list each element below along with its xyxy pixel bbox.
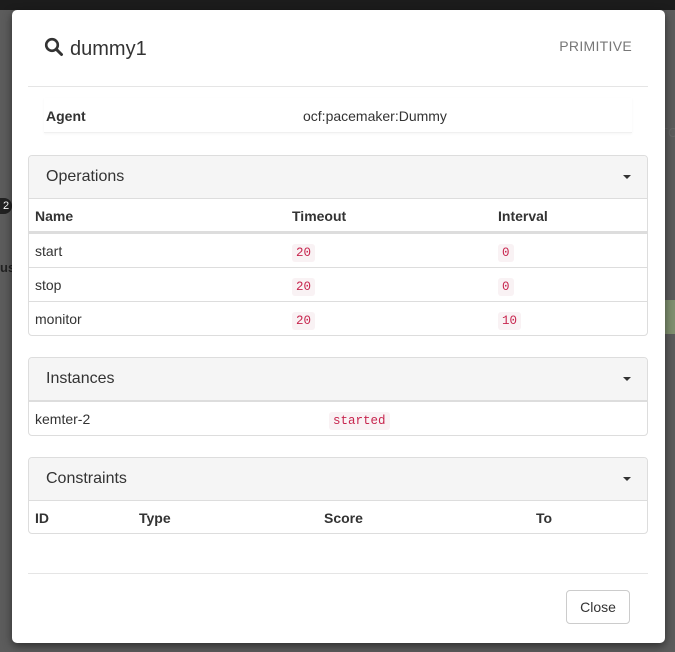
- column-header-score: Score: [324, 510, 363, 526]
- operation-name: start: [35, 243, 63, 259]
- close-button[interactable]: Close: [566, 590, 630, 624]
- caret-down-icon: [623, 377, 631, 381]
- instances-panel: Instances kemter-2 started: [28, 357, 648, 436]
- operations-table-header: Name Timeout Interval: [29, 199, 647, 233]
- column-header-id: ID: [35, 510, 49, 526]
- agent-value: ocf:pacemaker:Dummy: [303, 108, 447, 124]
- modal-title-group: dummy1: [44, 37, 147, 62]
- modal-header: dummy1 PRIMITIVE: [12, 10, 665, 86]
- resource-detail-modal: dummy1 PRIMITIVE Agent ocf:pacemaker:Dum…: [12, 10, 665, 643]
- operation-name: monitor: [35, 311, 82, 327]
- table-row: monitor 20 10: [29, 301, 647, 335]
- search-icon: [44, 37, 64, 62]
- modal-title: dummy1: [70, 38, 147, 60]
- constraints-table-header: ID Type Score To: [29, 501, 647, 533]
- instance-node: kemter-2: [35, 411, 91, 427]
- operation-interval: 0: [498, 244, 514, 262]
- operation-name: stop: [35, 277, 62, 293]
- constraints-panel-toggle[interactable]: Constraints: [29, 458, 647, 501]
- table-row: stop 20 0: [29, 267, 647, 301]
- caret-down-icon: [623, 175, 631, 179]
- table-row: start 20 0: [29, 233, 647, 267]
- instances-panel-toggle[interactable]: Instances: [29, 358, 647, 401]
- column-header-interval: Interval: [498, 208, 548, 224]
- agent-label: Agent: [46, 108, 86, 124]
- backdrop-topbar: [0, 0, 675, 10]
- operations-panel: Operations Name Timeout Interval start 2…: [28, 155, 648, 336]
- operation-interval: 10: [498, 312, 522, 330]
- column-header-name: Name: [35, 208, 74, 224]
- operation-timeout: 20: [292, 312, 316, 330]
- resource-type-label: PRIMITIVE: [559, 38, 632, 54]
- constraints-panel-title: Constraints: [46, 470, 127, 487]
- operations-panel-toggle[interactable]: Operations: [29, 156, 647, 199]
- constraints-panel: Constraints ID Type Score To: [28, 457, 648, 534]
- instance-state: started: [329, 412, 390, 430]
- column-header-timeout: Timeout: [292, 208, 347, 224]
- table-row: kemter-2 started: [29, 401, 647, 435]
- background-highlight-row: [665, 300, 675, 334]
- agent-row: Agent ocf:pacemaker:Dummy: [44, 98, 632, 133]
- caret-down-icon: [623, 477, 631, 481]
- operations-panel-title: Operations: [46, 168, 125, 185]
- operation-timeout: 20: [292, 278, 316, 296]
- operation-timeout: 20: [292, 244, 316, 262]
- column-header-to: To: [536, 510, 553, 526]
- header-divider: [28, 86, 648, 87]
- instances-panel-title: Instances: [46, 370, 115, 387]
- operation-interval: 0: [498, 278, 514, 296]
- column-header-type: Type: [139, 510, 171, 526]
- footer-divider: [28, 573, 648, 574]
